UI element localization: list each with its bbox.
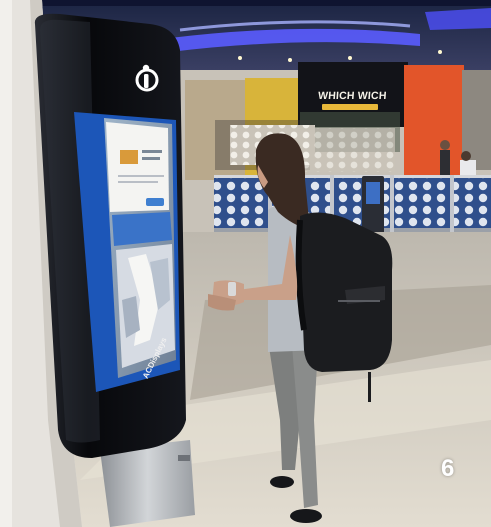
store-sign-stripe: [322, 104, 378, 110]
airport-kiosk-photo: WHICH WICH ACDisplays 6: [0, 0, 491, 527]
photo-number: 6: [441, 455, 455, 482]
store-sign: WHICH WICH: [317, 90, 387, 102]
scene-illustration: [0, 0, 491, 527]
